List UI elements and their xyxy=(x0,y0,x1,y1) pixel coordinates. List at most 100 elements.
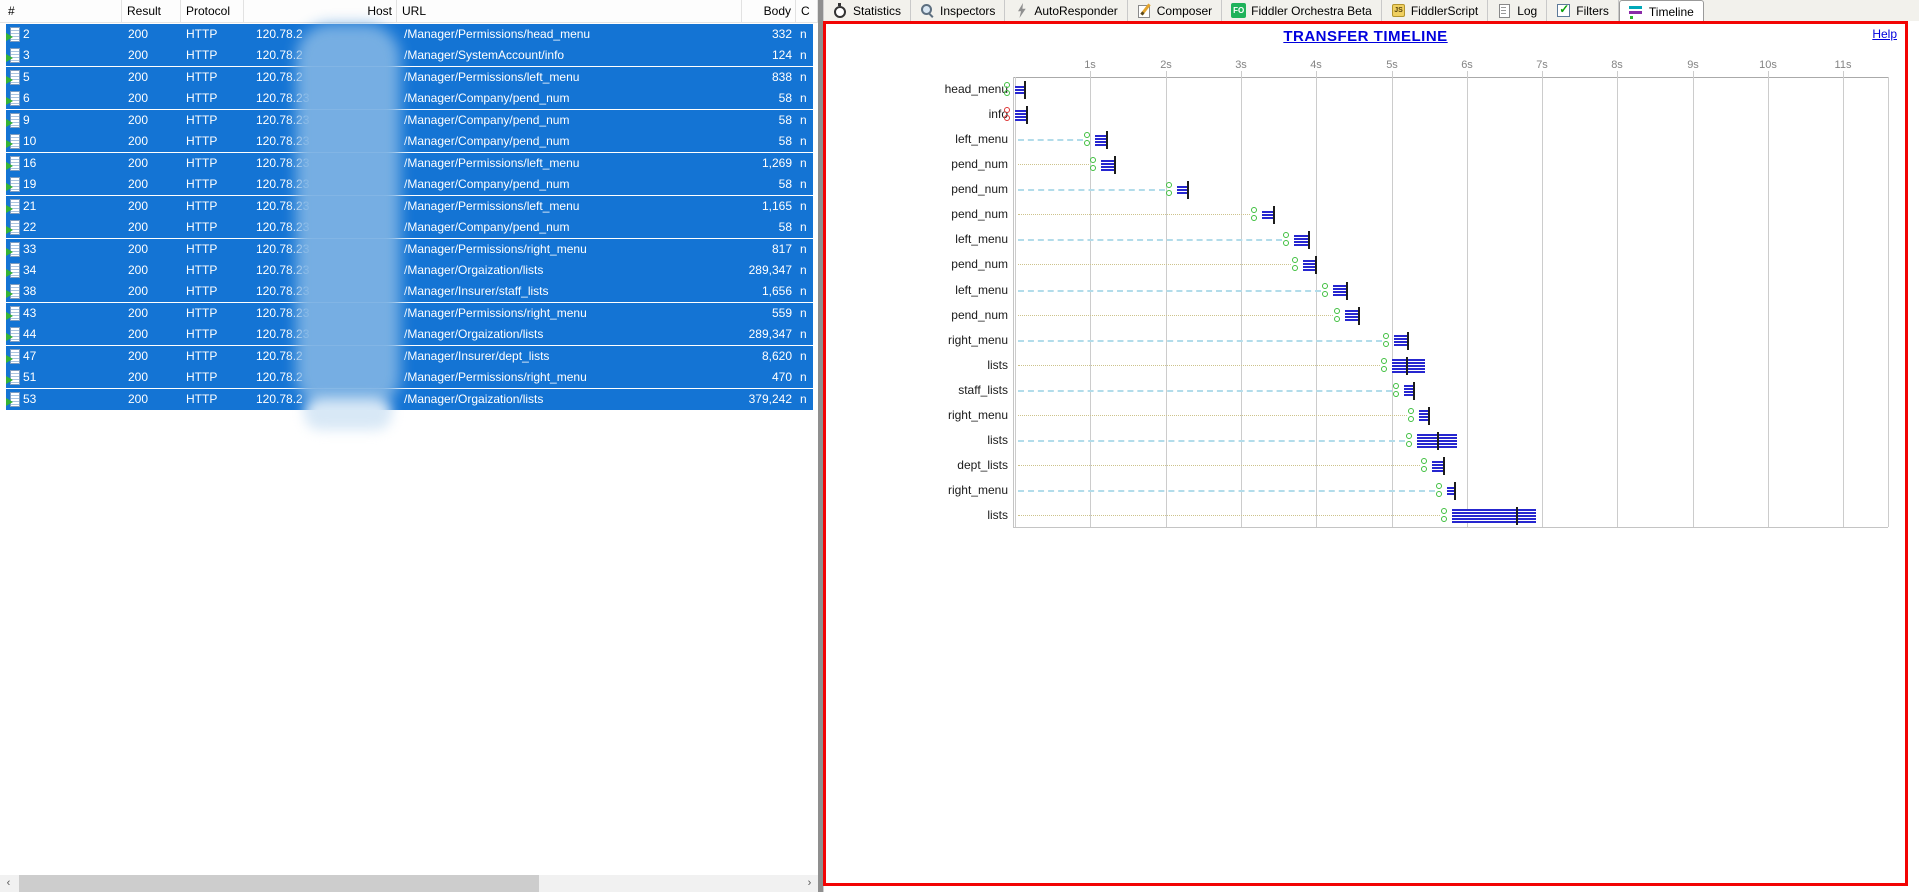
gridline xyxy=(1843,71,1844,527)
session-marker-icon xyxy=(1083,132,1090,139)
session-marker-icon xyxy=(1406,432,1413,439)
session-row[interactable]: 22 200 HTTP 120.78.23/Manager/Company/pend_… xyxy=(6,217,813,239)
horizontal-scrollbar[interactable]: ‹ › xyxy=(0,875,818,892)
tab-fiddlerscript[interactable]: FiddlerScript xyxy=(1382,0,1489,21)
result-cell: 200 xyxy=(128,177,149,192)
session-row[interactable]: 2 200 HTTP 120.78.2/Manager/Permissions/hea… xyxy=(6,24,813,45)
protocol-cell: HTTP xyxy=(186,220,218,235)
axis-tick-label: 11s xyxy=(1834,59,1852,71)
timeline-bar[interactable] xyxy=(1404,385,1414,397)
session-row[interactable]: 5 200 HTTP 120.78.2/Manager/Permissions/lef… xyxy=(6,66,813,88)
session-row[interactable]: 21 200 HTTP 120.78.23/Manager/Permissions/l… xyxy=(6,195,813,217)
session-row[interactable]: 9 200 HTTP 120.78.23/Manager/Company/pend_n… xyxy=(6,109,813,131)
protocol-cell: HTTP xyxy=(186,112,218,127)
session-list-panel: # Result Protocol Host URL Body C 2 200 HTTP 120.… xyxy=(0,0,818,892)
timeline-complete-tick xyxy=(1357,306,1360,325)
session-marker-icon xyxy=(1089,157,1096,164)
timeline-complete-tick xyxy=(1407,331,1410,350)
time-axis-line xyxy=(1013,77,1888,78)
tab-composer[interactable]: Composer xyxy=(1128,0,1223,21)
session-marker-icon xyxy=(1089,165,1096,172)
session-id-cell: 6 xyxy=(23,91,30,106)
tab-autoresponder[interactable]: AutoResponder xyxy=(1005,0,1128,21)
session-marker-icon xyxy=(1408,407,1415,414)
session-row[interactable]: 19 200 HTTP 120.78.23/Manager/Company/pend_… xyxy=(6,174,813,196)
tab-statistics[interactable]: Statistics xyxy=(824,0,912,21)
session-marker-icon xyxy=(1321,290,1328,297)
timeline-row-label: info xyxy=(988,107,1008,122)
gridline xyxy=(1090,71,1091,527)
scrollbar-thumb[interactable] xyxy=(19,875,539,892)
session-icon xyxy=(6,27,20,42)
session-marker-icon xyxy=(1291,265,1298,272)
timeline-bar[interactable] xyxy=(1332,285,1346,297)
session-marker-icon xyxy=(1436,483,1443,490)
timeline-leader-line xyxy=(1018,439,1406,442)
caching-cell: n xyxy=(800,155,807,170)
session-row[interactable]: 51 200 HTTP 120.78.2/Manager/Permissions/ri… xyxy=(6,367,813,389)
session-row[interactable]: 53 200 HTTP 120.78.2/Manager/Orgaization/li… xyxy=(6,388,813,410)
timeline-leader-line xyxy=(1018,264,1291,266)
right-tab-bar: Statistics Inspectors AutoResponder Compose… xyxy=(824,0,1919,22)
protocol-cell: HTTP xyxy=(186,370,218,385)
result-cell: 200 xyxy=(128,220,149,235)
timeline-bar[interactable] xyxy=(1100,159,1114,171)
timeline-bar[interactable] xyxy=(1302,259,1316,271)
column-header-result[interactable]: Result xyxy=(123,0,181,22)
protocol-cell: HTTP xyxy=(186,284,218,299)
script-icon xyxy=(1391,3,1406,18)
timeline-bar[interactable] xyxy=(1094,134,1107,146)
result-cell: 200 xyxy=(128,27,149,41)
session-icon xyxy=(6,262,20,278)
tab-inspectors[interactable]: Inspectors xyxy=(911,0,1006,21)
protocol-cell: HTTP xyxy=(186,348,218,363)
tab-log[interactable]: Log xyxy=(1488,0,1548,21)
session-row[interactable]: 33 200 HTTP 120.78.23/Manager/Permissions/r… xyxy=(6,238,813,260)
timeline-complete-tick xyxy=(1187,181,1190,200)
timeline-complete-tick xyxy=(1026,106,1029,125)
column-header-c[interactable]: C xyxy=(797,0,818,22)
timeline-bar[interactable] xyxy=(1451,509,1537,524)
session-row[interactable]: 6 200 HTTP 120.78.23/Manager/Company/pend_n… xyxy=(6,88,813,110)
timeline-bar[interactable] xyxy=(1015,86,1025,94)
timeline-leader-line xyxy=(1018,189,1165,192)
column-header-url[interactable]: URL xyxy=(398,0,742,22)
session-marker-icon xyxy=(1406,440,1413,447)
tab-timeline[interactable]: Timeline xyxy=(1618,0,1704,22)
session-row[interactable]: 44 200 HTTP 120.78.23/Manager/Orgaization/l… xyxy=(6,324,813,346)
column-header-protocol[interactable]: Protocol xyxy=(182,0,244,22)
protocol-cell: HTTP xyxy=(186,198,218,213)
timeline-bar[interactable] xyxy=(1176,186,1188,195)
timeline-bar[interactable] xyxy=(1419,410,1429,422)
timeline-bar[interactable] xyxy=(1294,234,1308,246)
scrollbar-right-arrow-icon[interactable]: › xyxy=(801,875,818,892)
timeline-bar[interactable] xyxy=(1393,335,1408,347)
session-row[interactable]: 34 200 HTTP 120.78.23/Manager/Orgaization/l… xyxy=(6,259,813,281)
timeline-complete-tick xyxy=(1307,231,1310,250)
column-header-body[interactable]: Body xyxy=(743,0,796,22)
column-header-[interactable]: # xyxy=(4,0,122,22)
timeline-row-label: dept_lists xyxy=(957,458,1008,473)
tab-fiddler-orchestra-beta[interactable]: Fiddler Orchestra Beta xyxy=(1222,0,1382,21)
timeline-row-label: pend_num xyxy=(951,207,1008,222)
scrollbar-left-arrow-icon[interactable]: ‹ xyxy=(0,875,17,892)
tab-label: Filters xyxy=(1576,3,1609,18)
compose-icon xyxy=(1137,3,1152,18)
timeline-bar[interactable] xyxy=(1344,310,1358,322)
lightning-icon xyxy=(1014,3,1029,18)
session-row[interactable]: 38 200 HTTP 120.78.23/Manager/Insurer/staff… xyxy=(6,281,813,303)
session-row[interactable]: 3 200 HTTP 120.78.2/Manager/SystemAccount/i… xyxy=(6,45,813,67)
timeline-bar[interactable] xyxy=(1432,460,1443,472)
column-header-host[interactable]: Host xyxy=(245,0,397,22)
session-row[interactable]: 10 200 HTTP 120.78.23/Manager/Company/pend_… xyxy=(6,131,813,153)
body-cell: 379,242 xyxy=(748,391,792,406)
plot-left-line xyxy=(1013,77,1014,527)
session-row[interactable]: 43 200 HTTP 120.78.23/Manager/Permissions/r… xyxy=(6,302,813,324)
session-row[interactable]: 16 200 HTTP 120.78.23/Manager/Permissions/l… xyxy=(6,152,813,174)
session-icon xyxy=(6,241,20,257)
session-row[interactable]: 47 200 HTTP 120.78.2/Manager/Insurer/dept_l… xyxy=(6,345,813,367)
timeline-bar[interactable] xyxy=(1392,358,1425,373)
tab-filters[interactable]: Filters xyxy=(1547,0,1619,21)
timeline-bar[interactable] xyxy=(1261,211,1273,220)
timeline-bar[interactable] xyxy=(1015,109,1027,121)
